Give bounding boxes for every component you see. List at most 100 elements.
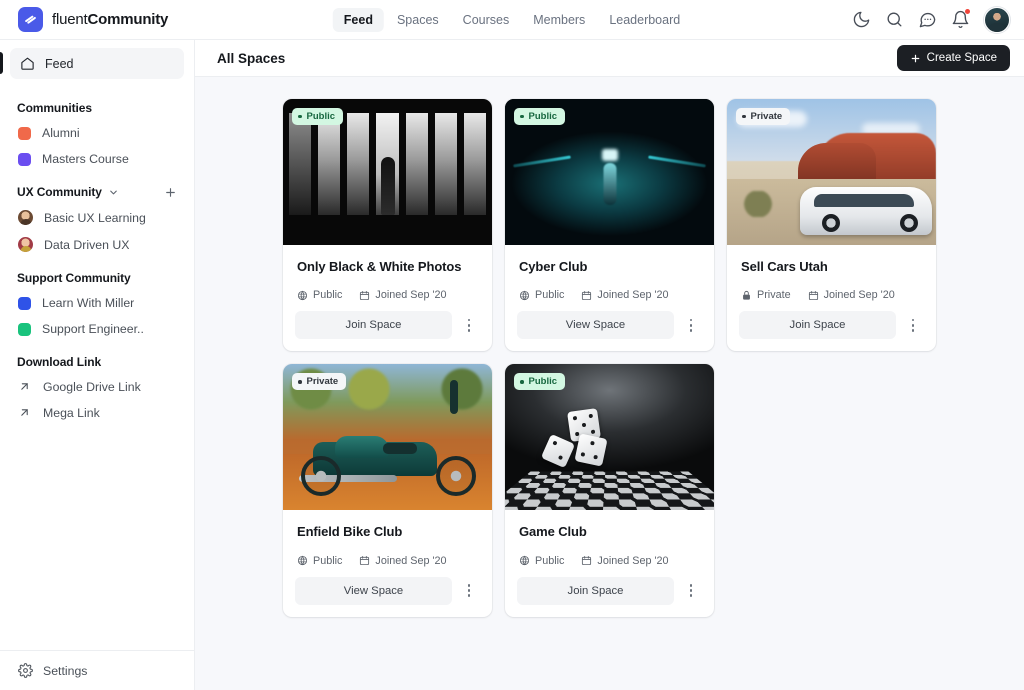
main-content: All Spaces Create Space Public Only Blac… bbox=[195, 40, 1024, 690]
sidebar-item-support-engineer[interactable]: Support Engineer.. bbox=[10, 317, 184, 341]
calendar-icon bbox=[359, 290, 370, 301]
space-card-body: Cyber Club Public Joined Sep '20 bbox=[505, 245, 714, 301]
badge-dot-icon bbox=[520, 380, 524, 384]
space-meta: Public Joined Sep '20 bbox=[297, 555, 478, 567]
sidebar-item-data-driven-ux[interactable]: Data Driven UX bbox=[10, 232, 184, 257]
space-card-footer: Join Space bbox=[505, 567, 714, 617]
space-cover-image: Public bbox=[505, 364, 714, 511]
space-privacy: Public bbox=[519, 555, 564, 567]
sidebar-item-learn-with-miller[interactable]: Learn With Miller bbox=[10, 291, 184, 315]
lock-icon bbox=[741, 290, 752, 301]
sidebar-item-label: Google Drive Link bbox=[43, 380, 141, 394]
space-card-footer: Join Space bbox=[283, 301, 492, 351]
nav-item-spaces[interactable]: Spaces bbox=[386, 8, 450, 32]
create-space-label: Create Space bbox=[926, 52, 997, 64]
space-card[interactable]: Private Enfield Bike Club Public Joined … bbox=[283, 364, 492, 617]
globe-icon bbox=[519, 290, 530, 301]
sidebar-item-masters-course[interactable]: Masters Course bbox=[10, 147, 184, 171]
search-icon[interactable] bbox=[885, 10, 904, 29]
calendar-icon bbox=[808, 290, 819, 301]
space-title: Cyber Club bbox=[519, 259, 588, 274]
sidebar-item-settings[interactable]: Settings bbox=[0, 650, 194, 690]
space-action-button[interactable]: View Space bbox=[517, 311, 674, 340]
more-options-icon[interactable] bbox=[680, 579, 702, 603]
user-avatar[interactable] bbox=[984, 6, 1010, 33]
community-color-swatch bbox=[18, 322, 31, 336]
space-card-footer: Join Space bbox=[727, 301, 936, 351]
nav-item-feed[interactable]: Feed bbox=[332, 7, 384, 32]
space-joined: Joined Sep '20 bbox=[359, 289, 447, 302]
space-action-button[interactable]: Join Space bbox=[739, 311, 896, 340]
globe-icon bbox=[297, 555, 308, 566]
sidebar-section-title: Support Community bbox=[17, 271, 131, 285]
space-action-button[interactable]: View Space bbox=[295, 576, 452, 605]
space-privacy-label: Public bbox=[535, 289, 565, 302]
sidebar-item-alumni[interactable]: Alumni bbox=[10, 121, 184, 145]
nav-item-leaderboard[interactable]: Leaderboard bbox=[598, 8, 691, 32]
more-options-icon[interactable] bbox=[458, 313, 480, 337]
space-avatar bbox=[18, 210, 33, 225]
create-space-button[interactable]: Create Space bbox=[896, 45, 1010, 71]
brand-name-light: fluent bbox=[52, 11, 88, 28]
sidebar: Feed Communities Alumni Masters Course U… bbox=[0, 40, 195, 690]
badge-label: Public bbox=[306, 111, 336, 122]
more-options-icon[interactable] bbox=[680, 313, 702, 337]
visibility-badge: Public bbox=[514, 108, 566, 125]
space-card-footer: View Space bbox=[283, 567, 492, 617]
plus-icon bbox=[910, 53, 921, 64]
sidebar-section-title: Communities bbox=[17, 101, 92, 115]
space-cover-image: Private bbox=[283, 364, 492, 511]
chat-icon[interactable] bbox=[918, 10, 937, 29]
nav-item-members[interactable]: Members bbox=[522, 8, 596, 32]
chevron-down-icon[interactable] bbox=[108, 187, 119, 198]
space-card-body: Game Club Public Joined Sep '20 bbox=[505, 510, 714, 566]
add-space-icon[interactable] bbox=[164, 186, 177, 199]
moon-icon[interactable] bbox=[852, 10, 871, 29]
sidebar-item-basic-ux-learning[interactable]: Basic UX Learning bbox=[10, 205, 184, 230]
gear-icon bbox=[18, 663, 33, 678]
sidebar-section-support-community: Support Community bbox=[10, 259, 184, 291]
space-meta: Public Joined Sep '20 bbox=[519, 555, 700, 567]
space-card[interactable]: Private Sell Cars Utah Private Joined Se… bbox=[727, 99, 936, 352]
community-color-swatch bbox=[18, 296, 31, 310]
space-title: Enfield Bike Club bbox=[297, 524, 403, 540]
sidebar-item-mega-link[interactable]: Mega Link bbox=[10, 401, 184, 425]
space-joined-label: Joined Sep '20 bbox=[375, 289, 447, 302]
spaces-grid-scroll[interactable]: Public Only Black & White Photos Public … bbox=[195, 77, 1024, 690]
brand-name-bold: Community bbox=[87, 11, 169, 28]
space-action-button[interactable]: Join Space bbox=[295, 311, 452, 340]
more-options-icon[interactable] bbox=[458, 579, 480, 603]
community-color-swatch bbox=[18, 152, 31, 166]
brand-logo-group[interactable]: fluentCommunity bbox=[18, 7, 168, 32]
space-joined-label: Joined Sep '20 bbox=[597, 554, 669, 567]
calendar-icon bbox=[359, 555, 370, 566]
badge-label: Public bbox=[528, 111, 558, 122]
space-joined: Joined Sep '20 bbox=[808, 289, 895, 301]
space-joined: Joined Sep '20 bbox=[581, 289, 669, 302]
space-joined-label: Joined Sep '20 bbox=[823, 289, 895, 302]
space-card[interactable]: Public Game Club Public Joined Sep '20 J… bbox=[505, 364, 714, 617]
sidebar-item-google-drive-link[interactable]: Google Drive Link bbox=[10, 375, 184, 399]
space-card-body: Sell Cars Utah Private Joined Sep '20 bbox=[727, 245, 936, 301]
main-header: All Spaces Create Space bbox=[195, 40, 1024, 77]
primary-nav: Feed Spaces Courses Members Leaderboard bbox=[332, 7, 691, 32]
sidebar-section-ux-community[interactable]: UX Community bbox=[10, 173, 184, 205]
space-cover-image: Private bbox=[727, 99, 936, 245]
space-card[interactable]: Public Only Black & White Photos Public … bbox=[283, 99, 492, 352]
more-options-icon[interactable] bbox=[902, 313, 924, 337]
badge-dot-icon bbox=[520, 114, 524, 119]
top-navigation-bar: fluentCommunity Feed Spaces Courses Memb… bbox=[0, 0, 1024, 40]
sidebar-item-label: Learn With Miller bbox=[42, 296, 135, 310]
space-joined-label: Joined Sep '20 bbox=[597, 289, 669, 302]
external-link-arrow-icon bbox=[18, 406, 32, 420]
space-action-button[interactable]: Join Space bbox=[517, 576, 674, 605]
space-privacy: Public bbox=[297, 555, 342, 567]
top-action-icons bbox=[852, 6, 1010, 33]
nav-item-courses[interactable]: Courses bbox=[452, 8, 521, 32]
space-card[interactable]: Public Cyber Club Public Joined Sep '20 … bbox=[505, 99, 714, 352]
notifications-button[interactable] bbox=[951, 9, 970, 29]
sidebar-item-feed[interactable]: Feed bbox=[0, 48, 184, 79]
space-cover-image: Public bbox=[505, 99, 714, 245]
app-root: fluentCommunity Feed Spaces Courses Memb… bbox=[0, 0, 1024, 690]
space-title: Only Black & White Photos bbox=[297, 259, 462, 274]
